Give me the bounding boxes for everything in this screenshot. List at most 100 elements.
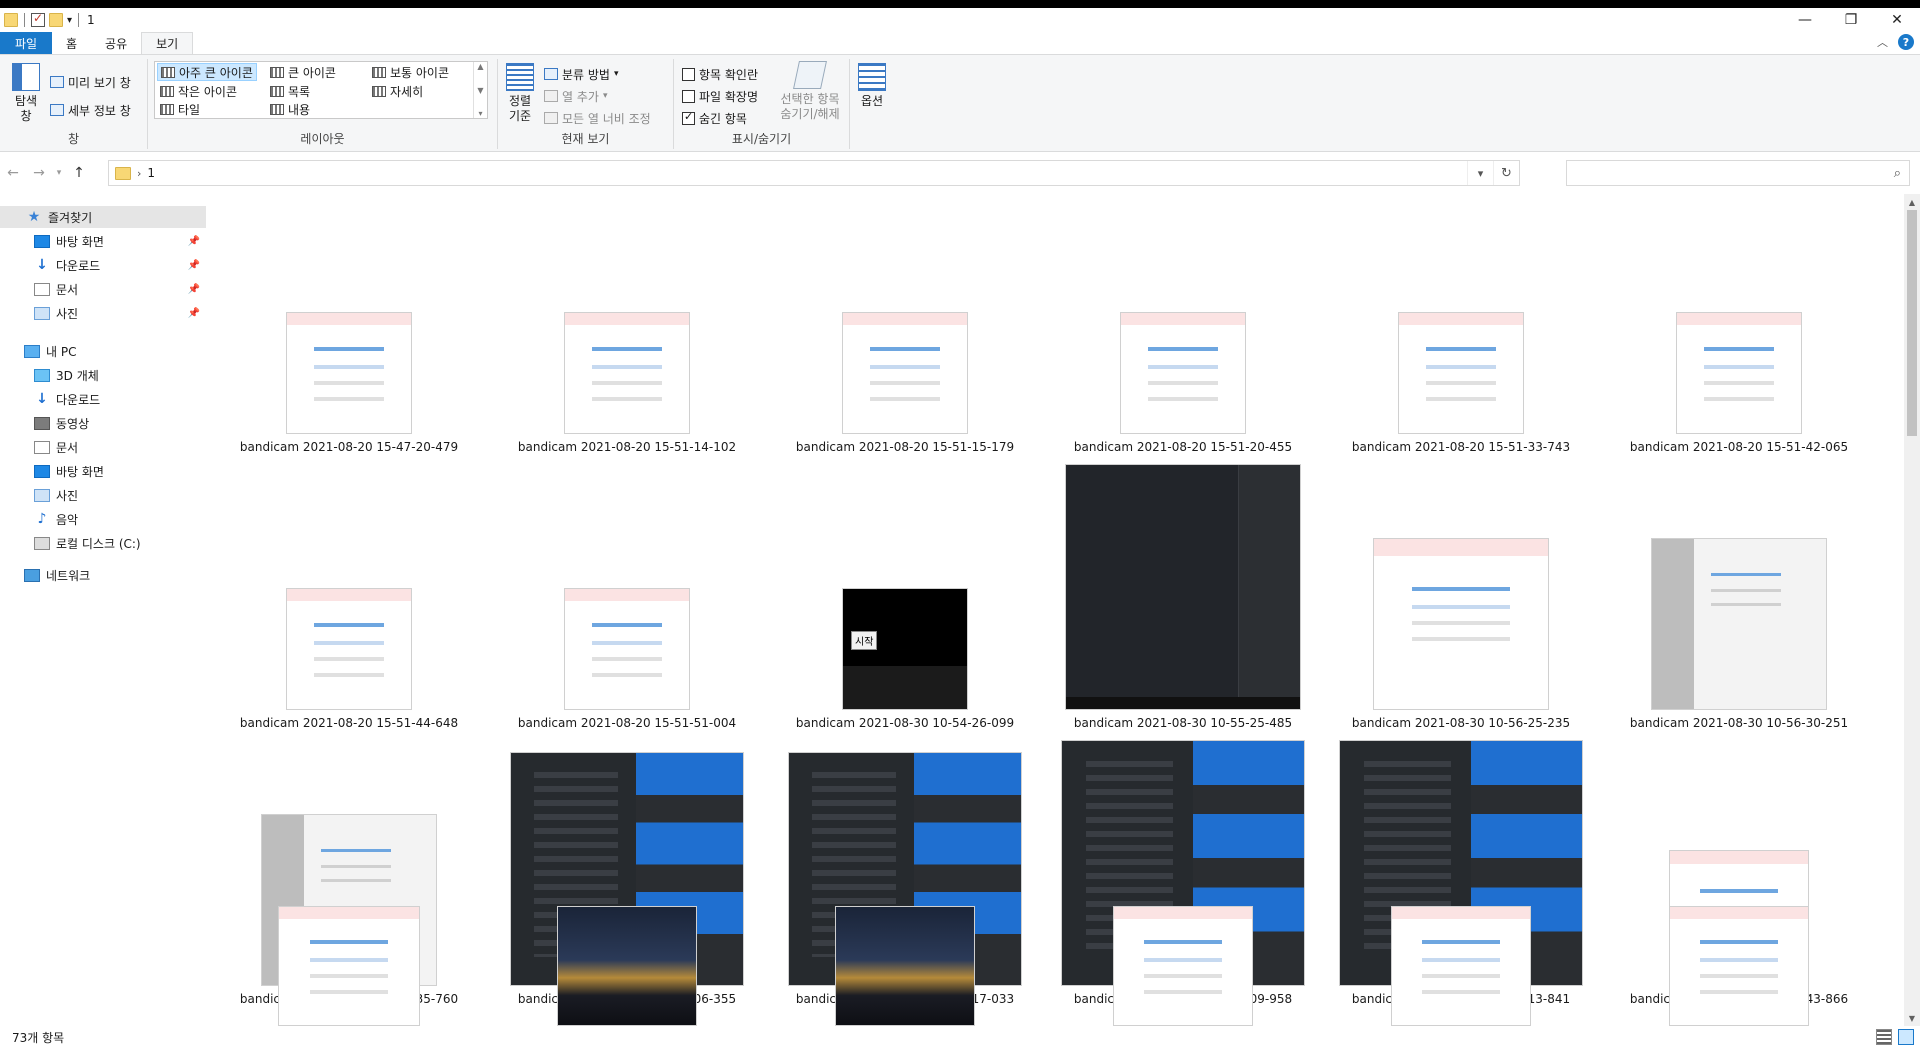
file-extensions-checkbox[interactable]: [682, 89, 695, 103]
tab-view[interactable]: 보기: [141, 32, 194, 55]
file-extensions-toggle[interactable]: 파일 확장명: [682, 87, 758, 105]
item-checkboxes-checkbox[interactable]: [682, 67, 695, 81]
file-item[interactable]: bandicam 2021-08-30 10-56-30-251: [1600, 470, 1878, 740]
file-item[interactable]: bandicam 2021-08-20 15-51-14-102: [488, 194, 766, 464]
nav-quick-documents[interactable]: 문서 📌: [0, 278, 206, 300]
nav-pc-documents[interactable]: 문서: [0, 436, 206, 458]
item-checkboxes-label: 항목 확인란: [699, 67, 759, 82]
nav-pc-local-disk[interactable]: 로컬 디스크 (C:): [0, 532, 206, 554]
file-thumbnail: [286, 588, 412, 710]
large-icons-icon: [270, 66, 284, 78]
scrollbar-thumb[interactable]: [1907, 210, 1917, 436]
navigation-pane-button[interactable]: 탐색 창: [8, 63, 44, 124]
file-item[interactable]: [1600, 906, 1878, 1026]
file-item[interactable]: bandicam 2021-08-20 15-51-42-065: [1600, 194, 1878, 464]
vertical-scrollbar[interactable]: ▲ ▼: [1904, 194, 1920, 1026]
file-item[interactable]: bandicam 2021-08-20 15-51-44-648: [210, 470, 488, 740]
forward-button[interactable]: →: [26, 159, 52, 187]
tab-share[interactable]: 공유: [91, 32, 141, 54]
layout-content[interactable]: 내용: [267, 100, 313, 118]
layout-list[interactable]: 목록: [267, 82, 313, 100]
details-pane-button[interactable]: 세부 정보 창: [50, 101, 131, 119]
tab-file[interactable]: 파일: [0, 32, 52, 54]
nav-item-label: 내 PC: [46, 344, 77, 359]
layout-small-icons[interactable]: 작은 아이콘: [157, 82, 240, 100]
item-checkboxes-toggle[interactable]: 항목 확인란: [682, 65, 758, 83]
sort-by-button[interactable]: 정렬 기준: [504, 63, 536, 124]
details-view-icon[interactable]: [1876, 1029, 1892, 1045]
up-button[interactable]: ↑: [66, 159, 92, 187]
nav-quick-downloads[interactable]: ↓ 다운로드 📌: [0, 254, 206, 276]
scroll-up-arrow-icon[interactable]: ▲: [1904, 194, 1920, 210]
search-input[interactable]: ⌕: [1566, 160, 1910, 186]
properties-icon[interactable]: [31, 11, 45, 27]
group-by-button[interactable]: 분류 방법 ▾: [544, 65, 619, 83]
large-icons-view-icon[interactable]: [1898, 1029, 1914, 1045]
nav-network[interactable]: 네트워크: [0, 564, 206, 586]
nav-quick-desktop[interactable]: 바탕 화면 📌: [0, 230, 206, 252]
file-item[interactable]: bandicam 2021-08-30 10-55-25-485: [1044, 464, 1322, 740]
file-item[interactable]: [1322, 906, 1600, 1026]
nav-item-label: 바탕 화면: [56, 234, 104, 249]
address-history-chevron-icon[interactable]: ▾: [1467, 161, 1493, 185]
nav-pc-desktop[interactable]: 바탕 화면: [0, 460, 206, 482]
tab-home[interactable]: 홈: [52, 32, 91, 54]
nav-item-label: 3D 개체: [56, 368, 99, 383]
hidden-items-toggle[interactable]: 숨긴 항목: [682, 109, 747, 127]
back-button[interactable]: ←: [0, 159, 26, 187]
layout-medium-icons[interactable]: 보통 아이콘: [369, 63, 452, 81]
new-folder-icon[interactable]: [49, 13, 63, 27]
download-icon: ↓: [36, 257, 48, 273]
size-all-columns-button[interactable]: 모든 열 너비 조정: [544, 109, 651, 127]
nav-pc-music[interactable]: ♪ 음악: [0, 508, 206, 530]
nav-pc-downloads[interactable]: ↓ 다운로드: [0, 388, 206, 410]
layout-extra-large-icons[interactable]: 아주 큰 아이콘: [157, 63, 257, 81]
chevron-up-icon[interactable]: ▲: [477, 62, 483, 71]
scroll-down-arrow-icon[interactable]: ▼: [1904, 1010, 1920, 1026]
customize-toolbar-chevron-icon[interactable]: ▾: [67, 15, 72, 26]
file-item[interactable]: bandicam 2021-08-20 15-51-20-455: [1044, 194, 1322, 464]
add-columns-button[interactable]: 열 추가 ▾: [544, 87, 607, 105]
layout-gallery-scroll[interactable]: ▲ ▼ ▾: [473, 62, 487, 118]
nav-quick-access[interactable]: ★ 즐겨찾기: [0, 206, 206, 228]
preview-pane-button[interactable]: 미리 보기 창: [50, 73, 131, 91]
file-item[interactable]: bandicam 2021-08-20 15-51-51-004: [488, 470, 766, 740]
minimize-button[interactable]: —: [1782, 8, 1828, 32]
file-item[interactable]: bandicam 2021-08-20 15-47-20-479: [210, 194, 488, 464]
list-icon: [270, 85, 284, 97]
maximize-button[interactable]: ❐: [1828, 8, 1874, 32]
recent-locations-chevron-icon[interactable]: ▾: [52, 159, 66, 187]
group-label-layout: 레이아웃: [300, 132, 345, 146]
hidden-items-checkbox[interactable]: [682, 110, 695, 125]
file-item[interactable]: [1044, 906, 1322, 1026]
close-button[interactable]: ✕: [1874, 8, 1920, 32]
expand-gallery-icon[interactable]: ▾: [478, 109, 482, 118]
nav-quick-pictures[interactable]: 사진 📌: [0, 302, 206, 324]
nav-this-pc[interactable]: 내 PC: [0, 340, 206, 362]
file-item[interactable]: [766, 906, 1044, 1026]
chevron-down-icon[interactable]: ▼: [477, 86, 483, 95]
layout-details[interactable]: 자세히: [369, 82, 426, 100]
breadcrumb[interactable]: 1: [147, 166, 155, 180]
layout-tiles[interactable]: 타일: [157, 100, 203, 118]
options-button[interactable]: 옵션: [856, 63, 888, 109]
file-item[interactable]: bandicam 2021-08-30 10-56-25-235: [1322, 470, 1600, 740]
file-item[interactable]: [210, 906, 488, 1026]
file-item[interactable]: bandicam 2021-08-20 15-51-15-179: [766, 194, 1044, 464]
star-icon: ★: [27, 209, 41, 225]
file-name: bandicam 2021-08-30 10-56-25-235: [1351, 716, 1571, 730]
collapse-ribbon-chevron-icon[interactable]: ︿: [1877, 34, 1888, 50]
file-item[interactable]: 시작 bandicam 2021-08-30 10-54-26-099: [766, 470, 1044, 740]
address-bar[interactable]: › 1 ▾ ↻: [108, 160, 1520, 186]
breadcrumb-chevron-icon[interactable]: ›: [137, 167, 141, 180]
ribbon-group-current-view: 정렬 기준 분류 방법 ▾ 열 추가 ▾ 모든 열 너비 조정 현재 보기: [498, 59, 674, 149]
nav-pc-videos[interactable]: 동영상: [0, 412, 206, 434]
file-item[interactable]: [488, 906, 766, 1026]
file-item[interactable]: bandicam 2021-08-20 15-51-33-743: [1322, 194, 1600, 464]
refresh-icon[interactable]: ↻: [1493, 161, 1519, 185]
layout-large-icons[interactable]: 큰 아이콘: [267, 63, 339, 81]
nav-pc-pictures[interactable]: 사진: [0, 484, 206, 506]
help-icon[interactable]: ?: [1898, 34, 1914, 50]
hide-selected-items-button[interactable]: 선택한 항목 숨기기/해제: [774, 61, 846, 122]
nav-pc-3d-objects[interactable]: 3D 개체: [0, 364, 206, 386]
